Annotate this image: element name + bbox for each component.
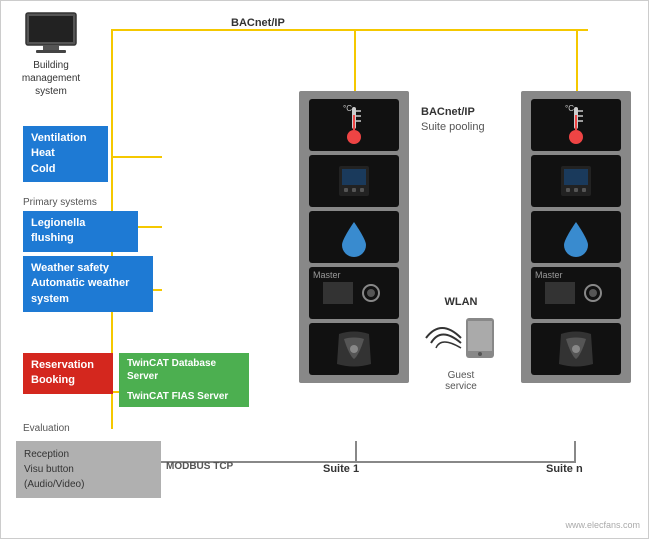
wlan-waves-icon bbox=[421, 308, 501, 368]
bms-box: Buildingmanagementsystem bbox=[21, 11, 81, 98]
suite-bottom-vlinen bbox=[574, 441, 576, 463]
bacnet-top-line bbox=[111, 29, 588, 31]
svg-text:°C: °C bbox=[343, 105, 352, 113]
suite1-fan bbox=[309, 323, 399, 375]
suite1-label: Suite 1 bbox=[323, 463, 359, 475]
weather-box: Weather safety Automatic weather system bbox=[23, 256, 153, 312]
bacnet-mid-label: BACnet/IP bbox=[421, 106, 475, 118]
diagram-container: BACnet/IP Buildingmanagementsystem Venti… bbox=[0, 0, 649, 539]
modbus-label: MODBUS TCP bbox=[166, 461, 233, 472]
suiten-panel: °C Master bbox=[521, 91, 631, 383]
computer-icon bbox=[21, 11, 81, 56]
suite1-phone bbox=[309, 155, 399, 207]
reservation-box: Reservation Booking bbox=[23, 353, 113, 394]
evaluation-label: Evaluation bbox=[23, 423, 70, 434]
suiten-fan bbox=[531, 323, 621, 375]
wlan-area: WLAN Guestservice bbox=[421, 296, 501, 392]
svg-text:°C: °C bbox=[565, 105, 574, 113]
suiten-water bbox=[531, 211, 621, 263]
suite-pooling-label: Suite pooling bbox=[421, 121, 485, 133]
suite1-vline bbox=[354, 29, 356, 99]
watermark: www.elecfans.com bbox=[565, 520, 640, 530]
bms-label: Buildingmanagementsystem bbox=[22, 59, 80, 98]
suite1-water bbox=[309, 211, 399, 263]
suiten-phone bbox=[531, 155, 621, 207]
suiten-label: Suite n bbox=[546, 463, 583, 475]
bacnet-top-label: BACnet/IP bbox=[231, 17, 285, 29]
suite1-panel: °C Master bbox=[299, 91, 409, 383]
hline-ventilation bbox=[112, 156, 162, 158]
suite1-thermometer: °C bbox=[309, 99, 399, 151]
wlan-label: WLAN bbox=[445, 296, 478, 308]
suiten-thermometer: °C bbox=[531, 99, 621, 151]
suiten-master: Master bbox=[531, 267, 621, 319]
guest-service-label: Guestservice bbox=[445, 370, 477, 392]
primary-systems-label: Primary systems bbox=[23, 197, 97, 208]
reception-box: Reception Visu button (Audio/Video) bbox=[16, 441, 161, 498]
suite1-master: Master bbox=[309, 267, 399, 319]
suite-bottom-vline1 bbox=[355, 441, 357, 463]
suite-bottom-line bbox=[355, 461, 575, 463]
twincat-db-box: TwinCAT Database Server bbox=[119, 353, 249, 387]
legionella-box: Legionella flushing bbox=[23, 211, 138, 252]
ventilation-box: Ventilation Heat Cold bbox=[23, 126, 108, 182]
suiten-vline bbox=[576, 29, 578, 99]
twincat-fias-box: TwinCAT FIAS Server bbox=[119, 386, 249, 407]
